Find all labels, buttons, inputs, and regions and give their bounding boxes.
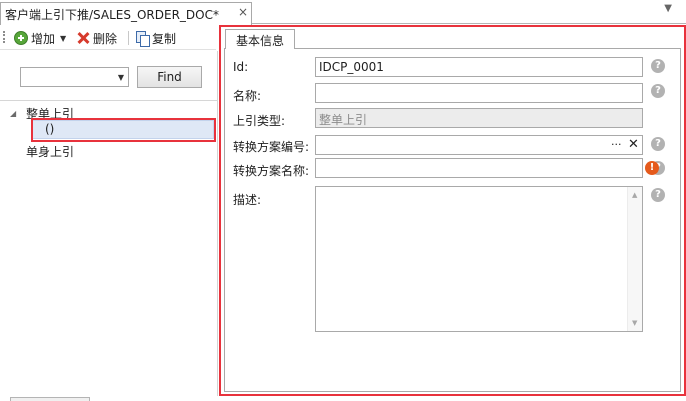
- left-bottom-tab[interactable]: [10, 397, 90, 401]
- left-navigation-panel: ▼ Find: [0, 51, 218, 396]
- copy-button[interactable]: 复制: [135, 29, 176, 47]
- add-circle-icon: [14, 31, 28, 45]
- toolbar: 增加 ▼ 删除 复制: [0, 25, 216, 50]
- chevron-down-icon[interactable]: ▼: [118, 73, 124, 82]
- highlight-box-tree: [31, 118, 216, 142]
- tree-node-line-items[interactable]: 单身上引: [26, 143, 74, 160]
- document-tab-strip: 客户端上引下推/SALES_ORDER_DOC* × ▼: [0, 0, 686, 25]
- copy-icon: [135, 31, 150, 47]
- delete-button[interactable]: 删除: [76, 29, 117, 47]
- toolbar-separator: [128, 31, 129, 45]
- add-button-label: 增加: [31, 31, 56, 46]
- tree-divider: [0, 100, 218, 101]
- toolbar-grip[interactable]: [3, 31, 6, 43]
- highlight-box-form: [219, 25, 686, 396]
- close-icon[interactable]: ×: [237, 5, 249, 19]
- add-dropdown-icon[interactable]: ▼: [60, 34, 66, 43]
- tab-list-dropdown-icon[interactable]: ▼: [664, 3, 672, 14]
- delete-button-label: 删除: [93, 31, 118, 46]
- search-combobox[interactable]: ▼: [20, 67, 129, 87]
- tree-expand-icon[interactable]: ◢: [10, 109, 16, 118]
- document-tab[interactable]: 客户端上引下推/SALES_ORDER_DOC* ×: [0, 2, 252, 25]
- app-window: 客户端上引下推/SALES_ORDER_DOC* × ▼ 增加 ▼ 删除 复制 …: [0, 0, 686, 401]
- delete-x-icon: [76, 31, 90, 45]
- find-button[interactable]: Find: [137, 66, 202, 88]
- add-button[interactable]: 增加 ▼: [14, 29, 66, 47]
- document-tab-title: 客户端上引下推/SALES_ORDER_DOC*: [5, 8, 219, 22]
- copy-button-label: 复制: [152, 31, 177, 46]
